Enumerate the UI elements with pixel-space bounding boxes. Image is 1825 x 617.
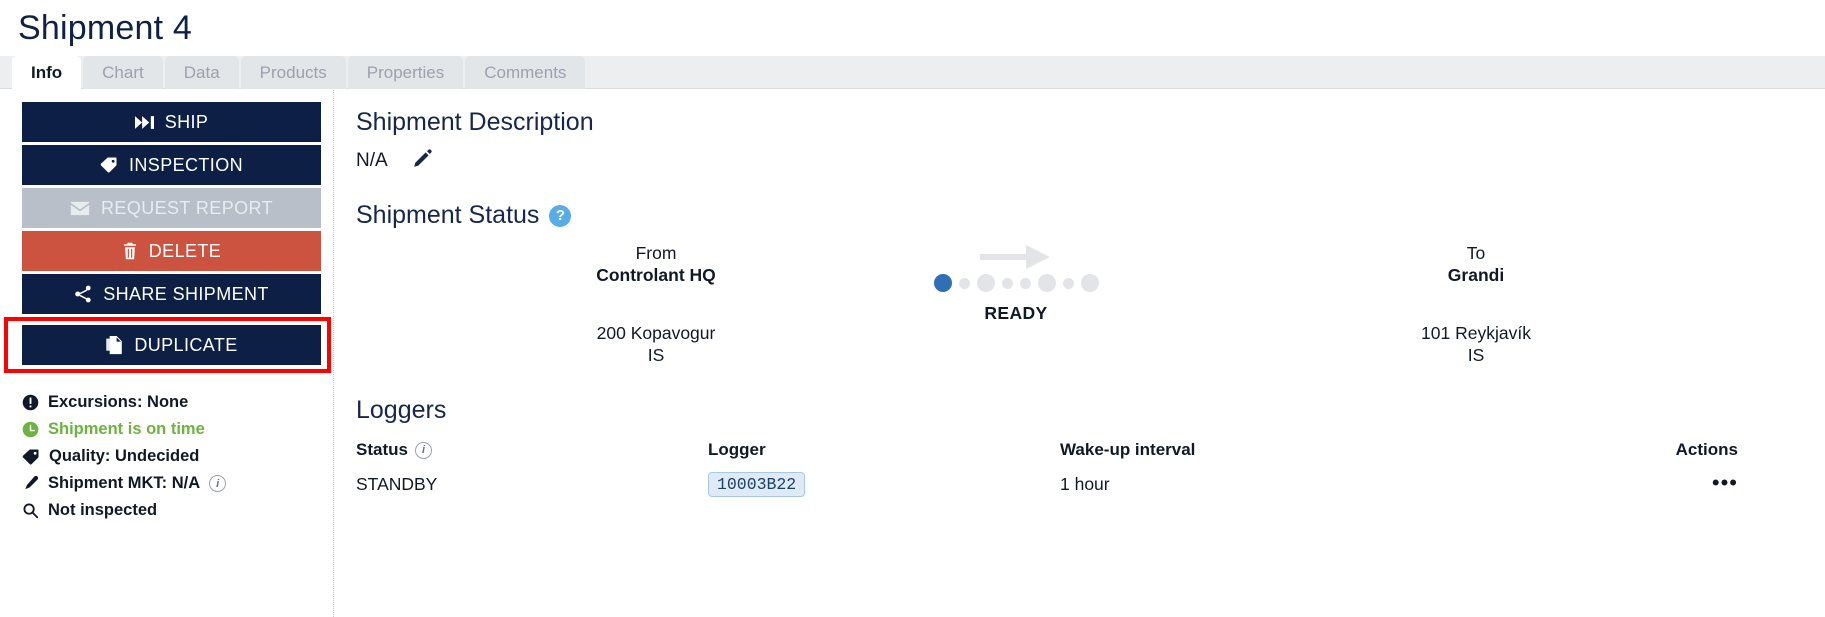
page-title: Shipment 4 (18, 9, 192, 47)
shipment-description-value: N/A (356, 150, 388, 171)
tab-products[interactable]: Products (240, 56, 346, 89)
duplicate-button[interactable]: DUPLICATE (22, 325, 321, 365)
loggers-section: Loggers Status i Logger Wake-up interval… (356, 396, 1825, 503)
table-row: STANDBY 10003B22 1 hour ••• (356, 465, 1796, 503)
shipment-state-label: READY (984, 303, 1048, 323)
button-label: DUPLICATE (134, 334, 238, 355)
share-shipment-button[interactable]: SHARE SHIPMENT (22, 274, 321, 314)
main-content: Shipment Description N/A Shipment Status… (334, 90, 1825, 617)
button-label: REQUEST REPORT (101, 197, 273, 218)
tab-info[interactable]: Info (12, 56, 82, 89)
tag-icon (100, 156, 118, 174)
loggers-table: Status i Logger Wake-up interval Actions… (356, 435, 1796, 503)
column-header-status: Status i (356, 440, 708, 460)
loggers-table-header: Status i Logger Wake-up interval Actions (356, 435, 1796, 465)
button-label: INSPECTION (128, 154, 243, 175)
status-item-label: Not inspected (48, 501, 158, 519)
origin-label: From (635, 243, 677, 263)
row-actions-button[interactable]: ••• (1712, 470, 1738, 495)
shipment-status-heading-text: Shipment Status (356, 201, 540, 229)
fast-forward-icon (134, 115, 154, 130)
clock-icon (22, 421, 39, 438)
progress-dot (958, 277, 970, 289)
trash-icon (122, 242, 138, 260)
cell-status: STANDBY (356, 474, 708, 495)
status-item-3: Shipment MKT: N/A i (22, 470, 333, 497)
status-progress: READY (911, 242, 1121, 324)
tab-comments[interactable]: Comments (465, 56, 586, 89)
progress-dot (1080, 274, 1099, 292)
progress-dot (1037, 274, 1056, 292)
shipment-description-heading: Shipment Description (356, 108, 594, 136)
progress-dot (976, 274, 995, 292)
loggers-heading: Loggers (356, 396, 447, 424)
progress-dot-active (933, 274, 952, 292)
progress-dots (911, 270, 1121, 296)
shipment-description-value-row: N/A (356, 147, 1825, 175)
progress-dot (1062, 277, 1074, 289)
shipment-status-graphic: From Controlant HQ 200 Kopavogur IS READ… (356, 242, 1825, 392)
cell-logger: 10003B22 (708, 471, 1060, 497)
tab-data[interactable]: Data (164, 56, 239, 89)
status-item-0: Excursions: None (22, 389, 333, 416)
arrow-right-icon (911, 242, 1121, 272)
origin-country: IS (647, 345, 665, 365)
pencil-icon[interactable] (412, 147, 434, 175)
column-header-actions: Actions (1675, 440, 1738, 459)
status-item-label: Shipment MKT: N/A (48, 474, 201, 492)
cell-status-text: STANDBY (356, 473, 438, 494)
request-report-button: REQUEST REPORT (22, 188, 321, 228)
status-item-1: Shipment is on time (22, 416, 333, 443)
progress-dot (1001, 277, 1013, 289)
column-header-logger: Logger (708, 440, 766, 459)
copy-icon (105, 335, 123, 355)
info-icon[interactable]: i (209, 475, 227, 492)
status-item-label: Excursions: None (48, 393, 189, 411)
shipment-status-heading: Shipment Status ? (356, 201, 1825, 230)
origin-block: From Controlant HQ 200 Kopavogur IS (536, 242, 776, 366)
column-header-status-text: Status (356, 440, 408, 459)
shipment-detail-page: Shipment 4 Info Chart Data Products Properti… (0, 0, 1825, 617)
envelope-icon (70, 201, 90, 216)
button-label: SHIP (164, 111, 209, 132)
tab-bar: Info Chart Data Products Properties Comments (0, 56, 1825, 89)
exclamation-circle-icon (22, 394, 39, 411)
tag-icon (22, 448, 40, 466)
cell-wakeup: 1 hour (1060, 473, 1110, 494)
column-header-wakeup: Wake-up interval (1060, 440, 1196, 459)
question-mark-icon[interactable]: ? (549, 204, 572, 227)
cell-actions: ••• (1480, 471, 1760, 495)
duplicate-highlight-box: DUPLICATE (4, 317, 331, 373)
status-item-4: Not inspected (22, 497, 333, 524)
magnifier-icon (22, 502, 39, 519)
destination-block: To Grandi 101 Reykjavík IS (1356, 242, 1596, 366)
thermometer-icon (22, 475, 39, 492)
destination-name: Grandi (1447, 265, 1505, 285)
destination-address: 101 Reykjavík (1421, 323, 1531, 343)
status-item-2: Quality: Undecided (22, 443, 333, 470)
origin-name: Controlant HQ (596, 265, 716, 285)
ship-button[interactable]: SHIP (22, 102, 321, 142)
button-label: SHARE SHIPMENT (103, 283, 269, 304)
tab-chart[interactable]: Chart (83, 56, 163, 89)
destination-label: To (1466, 243, 1486, 263)
logger-id-chip[interactable]: 10003B22 (708, 471, 806, 497)
sidebar: SHIP INSPECTION REQUEST REPORT DELETE SHARE … (0, 90, 334, 617)
destination-country: IS (1467, 345, 1485, 365)
delete-button[interactable]: DELETE (22, 231, 321, 271)
status-item-label: Shipment is on time (48, 420, 205, 438)
status-item-label: Quality: Undecided (49, 447, 200, 465)
origin-address: 200 Kopavogur (596, 323, 716, 343)
share-icon (74, 285, 92, 303)
progress-dot (1019, 277, 1031, 289)
inspection-button[interactable]: INSPECTION (22, 145, 321, 185)
button-label: DELETE (148, 240, 222, 261)
tab-properties[interactable]: Properties (347, 56, 464, 89)
info-icon[interactable]: i (414, 441, 432, 459)
